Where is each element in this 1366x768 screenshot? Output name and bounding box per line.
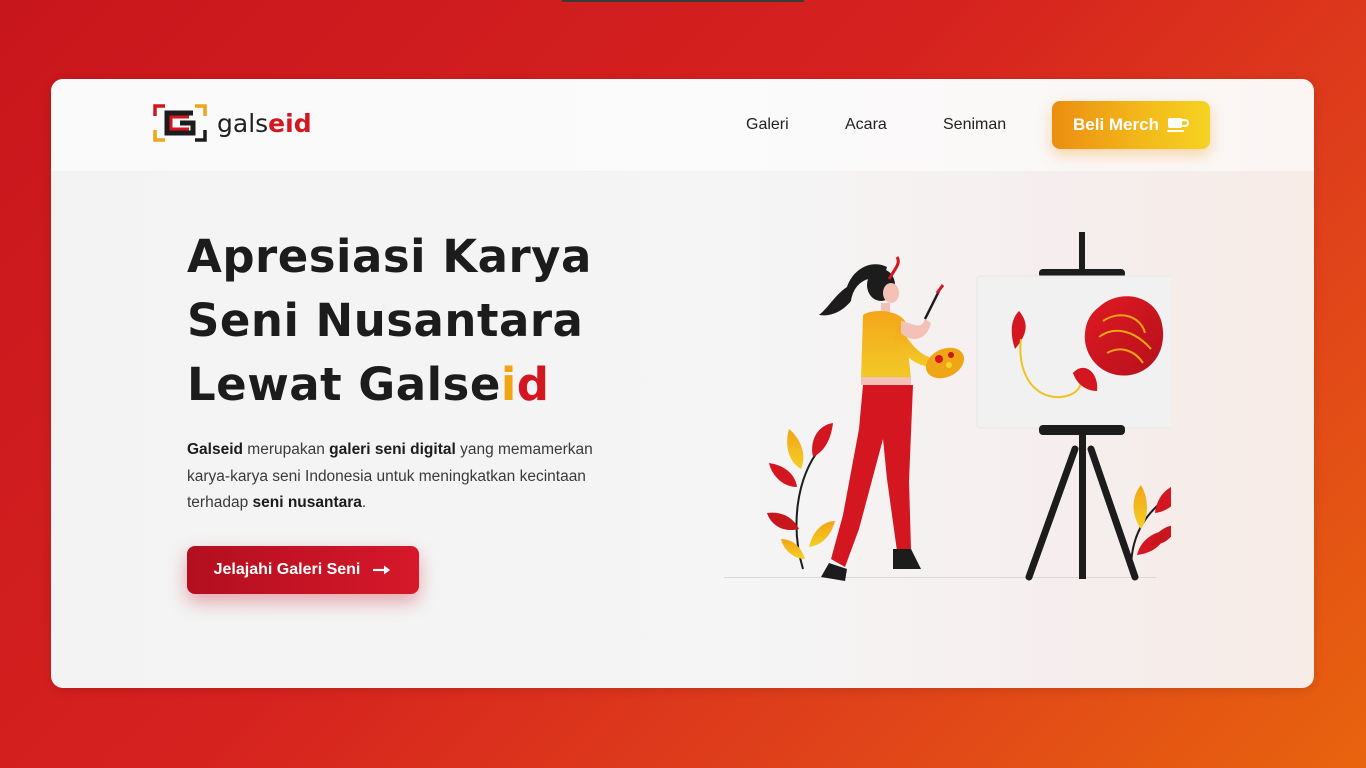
woman-painting-at-easel-illustration (767, 232, 1171, 581)
hero-title-line-1: Apresiasi Karya (187, 230, 592, 283)
nav-item-acara[interactable]: Acara (845, 116, 887, 134)
hero-title-line-3: Lewat Galseid (187, 358, 550, 411)
g-bracket-logo-icon (153, 104, 207, 142)
explore-gallery-label: Jelajahi Galeri Seni (213, 561, 361, 578)
hero-description: Galseid merupakan galeri seni digital ya… (187, 441, 593, 511)
brand-name: galseid (217, 108, 312, 138)
landing-card: galseid Galeri Acara Seniman Beli Merch … (51, 79, 1314, 688)
brand-logo[interactable]: galseid (153, 104, 312, 142)
buy-merch-label: Beli Merch (1073, 115, 1159, 134)
coffee-cup-icon (1166, 118, 1189, 132)
navbar: galseid Galeri Acara Seniman Beli Merch (51, 79, 1314, 172)
nav-item-galeri[interactable]: Galeri (746, 116, 789, 134)
buy-merch-button[interactable]: Beli Merch (1052, 101, 1210, 149)
arrow-right-icon (373, 565, 391, 575)
hero-title-line-2: Seni Nusantara (187, 294, 584, 347)
hero-title: Apresiasi Karya Seni Nusantara Lewat Gal… (187, 225, 592, 417)
explore-gallery-button[interactable]: Jelajahi Galeri Seni (187, 546, 419, 594)
nav-item-seniman[interactable]: Seniman (943, 116, 1006, 134)
top-edge-strip (562, 0, 804, 2)
